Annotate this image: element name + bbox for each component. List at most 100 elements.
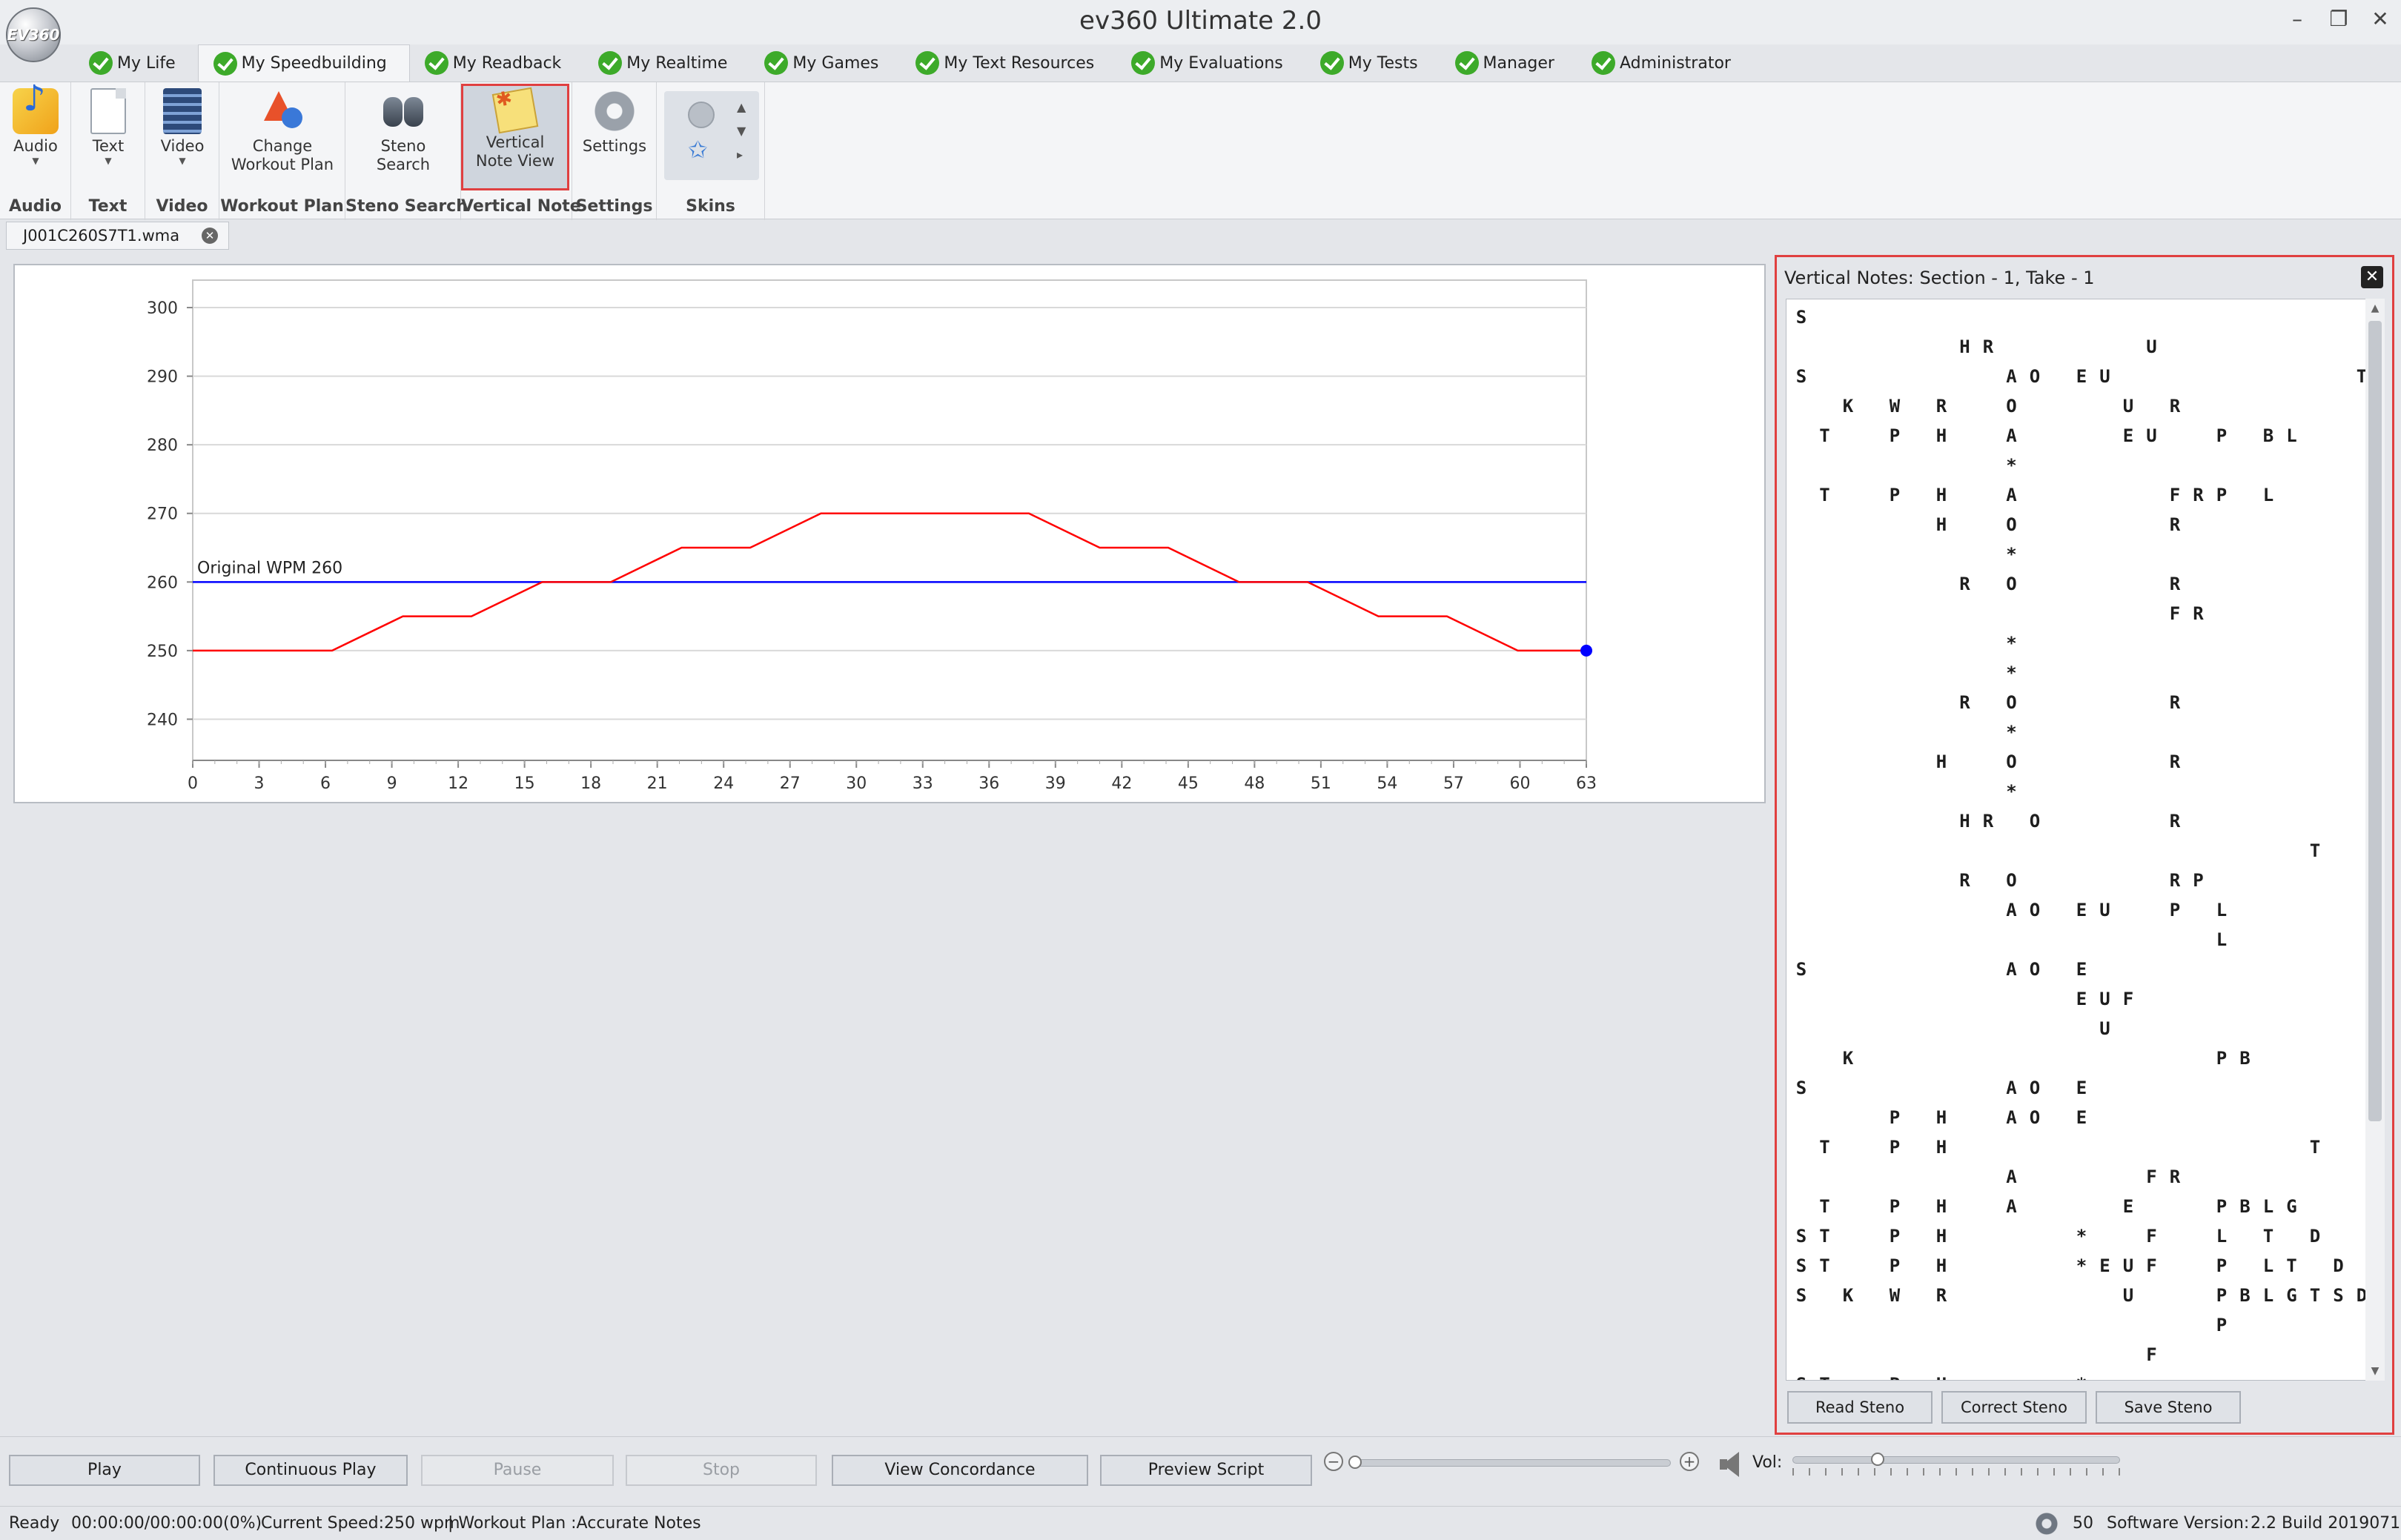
steno-search-button[interactable]: Steno Search — [368, 88, 439, 174]
steno-key: * — [2076, 1255, 2087, 1276]
steno-key: A — [2006, 1196, 2017, 1217]
close-panel-icon[interactable]: ✕ — [2361, 266, 2383, 288]
steno-key: U — [2122, 1285, 2134, 1306]
volume-slider[interactable] — [1792, 1453, 2120, 1466]
steno-key: D — [2309, 1226, 2321, 1247]
x-tick-label: 51 — [1311, 774, 1331, 793]
steno-stroke-row: T — [1786, 836, 2366, 866]
steno-key: S — [1795, 1285, 1807, 1306]
x-tick-label: 0 — [188, 774, 198, 793]
pause-button[interactable]: Pause — [421, 1455, 614, 1486]
vertical-notes-body: S H R U S A O E U T K W R O U R T P H A E U P B L * T P H A F R P L H O R * R O… — [1786, 299, 2367, 1381]
text-button[interactable]: Text ▼ — [79, 88, 138, 166]
button-label-line1: Change — [252, 137, 313, 155]
seek-slider-handle[interactable] — [1348, 1456, 1362, 1469]
check-icon — [764, 51, 789, 75]
steno-key: K — [1842, 396, 1854, 416]
tab-my-games[interactable]: My Games — [749, 44, 901, 82]
x-tick-label: 3 — [254, 774, 265, 793]
check-icon — [424, 51, 448, 75]
tab-my-evaluations[interactable]: My Evaluations — [1116, 44, 1305, 82]
volume-slider-handle[interactable] — [1871, 1453, 1884, 1466]
change-workout-plan-button[interactable]: Change Workout Plan — [225, 88, 340, 174]
steno-key: * — [2006, 455, 2017, 476]
steno-key: H — [1959, 336, 1970, 357]
steno-key: F — [2146, 1255, 2157, 1276]
tab-my-speedbuilding[interactable]: My Speedbuilding — [197, 44, 410, 82]
correct-steno-button[interactable]: Correct Steno — [1941, 1391, 2087, 1424]
steno-stroke-row: ROR — [1786, 569, 2366, 599]
check-icon — [1454, 51, 1479, 75]
tab-my-text-resources[interactable]: My Text Resources — [901, 44, 1116, 82]
status-time: 00:00:00/00:00:00(0%) — [71, 1514, 262, 1533]
audio-button-label: Audio — [13, 137, 58, 155]
settings-button[interactable]: Settings — [580, 88, 649, 156]
app-logo-button[interactable]: EV360 — [6, 7, 61, 62]
steno-key: P — [2216, 1255, 2228, 1276]
video-button[interactable]: Video ▼ — [153, 88, 212, 166]
steno-stroke-row: HROR — [1786, 806, 2366, 836]
steno-key: T — [2309, 1285, 2321, 1306]
group-label-audio: Audio — [8, 197, 62, 216]
continuous-play-button[interactable]: Continuous Play — [213, 1455, 408, 1486]
tab-my-realtime[interactable]: My Realtime — [583, 44, 749, 82]
steno-key: T — [2309, 1137, 2321, 1158]
tab-my-life[interactable]: My Life — [74, 44, 198, 82]
steno-key: A — [2006, 366, 2017, 387]
tab-my-tests[interactable]: My Tests — [1305, 44, 1440, 82]
steno-stroke-row: HR U — [1786, 332, 2366, 362]
steno-key: E — [2122, 1196, 2134, 1217]
steno-key: R — [1982, 811, 1994, 832]
steno-key: P — [1889, 485, 1901, 505]
skin-default-icon[interactable] — [688, 102, 715, 128]
steno-key: O — [2029, 1078, 2041, 1098]
tab-label: My Realtime — [626, 53, 728, 73]
preview-script-button[interactable]: Preview Script — [1100, 1455, 1312, 1486]
ribbon-group-video: Video ▼ Video — [145, 82, 219, 220]
steno-stroke-row: S T P H * F L T D — [1786, 1221, 2366, 1251]
steno-key: R — [1982, 336, 1994, 357]
tab-label: My Evaluations — [1159, 53, 1283, 73]
document-tab[interactable]: J001C260S7T1.wma ✕ — [6, 222, 230, 250]
settings-button-label: Settings — [582, 137, 647, 155]
scroll-up-icon[interactable]: ▲ — [2365, 299, 2385, 318]
scrollbar-thumb[interactable] — [2368, 321, 2382, 1121]
steno-key: W — [1889, 396, 1901, 416]
tab-administrator[interactable]: Administrator — [1577, 44, 1753, 82]
steno-key: T — [1819, 1196, 1830, 1217]
x-tick-label: 36 — [978, 774, 999, 793]
tab-label: My Life — [117, 53, 176, 73]
minimize-button[interactable]: – — [2287, 9, 2308, 30]
tab-manager[interactable]: Manager — [1440, 44, 1577, 82]
save-steno-button[interactable]: Save Steno — [2096, 1391, 2241, 1424]
seek-slider[interactable] — [1348, 1456, 1671, 1469]
scroll-down-icon[interactable]: ▼ — [2365, 1361, 2385, 1381]
skin-gallery-scroll[interactable]: ▲ ▼ ▸ — [737, 96, 746, 167]
steno-key: E — [2076, 1107, 2087, 1128]
audio-button[interactable]: Audio ▼ — [6, 88, 65, 166]
seek-plus-icon[interactable]: + — [1680, 1452, 1699, 1471]
stop-button[interactable]: Stop — [626, 1455, 817, 1486]
tab-my-readback[interactable]: My Readback — [410, 44, 584, 82]
close-button[interactable]: ✕ — [2370, 9, 2391, 30]
close-tab-icon[interactable]: ✕ — [202, 228, 219, 244]
group-label-text: Text — [88, 197, 127, 216]
steno-stroke-row: P H AO E — [1786, 1103, 2366, 1132]
check-icon — [1591, 51, 1615, 75]
speaker-icon[interactable] — [1717, 1450, 1745, 1478]
steno-key: H — [1935, 1137, 1947, 1158]
steno-key: * — [2076, 1226, 2087, 1247]
read-steno-button[interactable]: Read Steno — [1787, 1391, 1933, 1424]
x-tick-label: 45 — [1178, 774, 1199, 793]
play-button[interactable]: Play — [9, 1455, 200, 1486]
view-concordance-button[interactable]: View Concordance — [832, 1455, 1088, 1486]
steno-key: U — [2099, 1018, 2110, 1039]
restore-button[interactable]: ❐ — [2328, 9, 2349, 30]
steno-key: L — [2262, 1285, 2274, 1306]
steno-stroke-row: L — [1786, 925, 2366, 955]
vertical-note-view-button[interactable]: Vertical Note View — [461, 84, 569, 190]
steno-key: U — [2099, 900, 2110, 920]
skin-star-icon[interactable]: ✩ — [688, 136, 708, 164]
vertical-notes-scrollbar[interactable]: ▲ ▼ — [2365, 299, 2385, 1381]
seek-minus-icon[interactable]: − — [1324, 1452, 1343, 1471]
